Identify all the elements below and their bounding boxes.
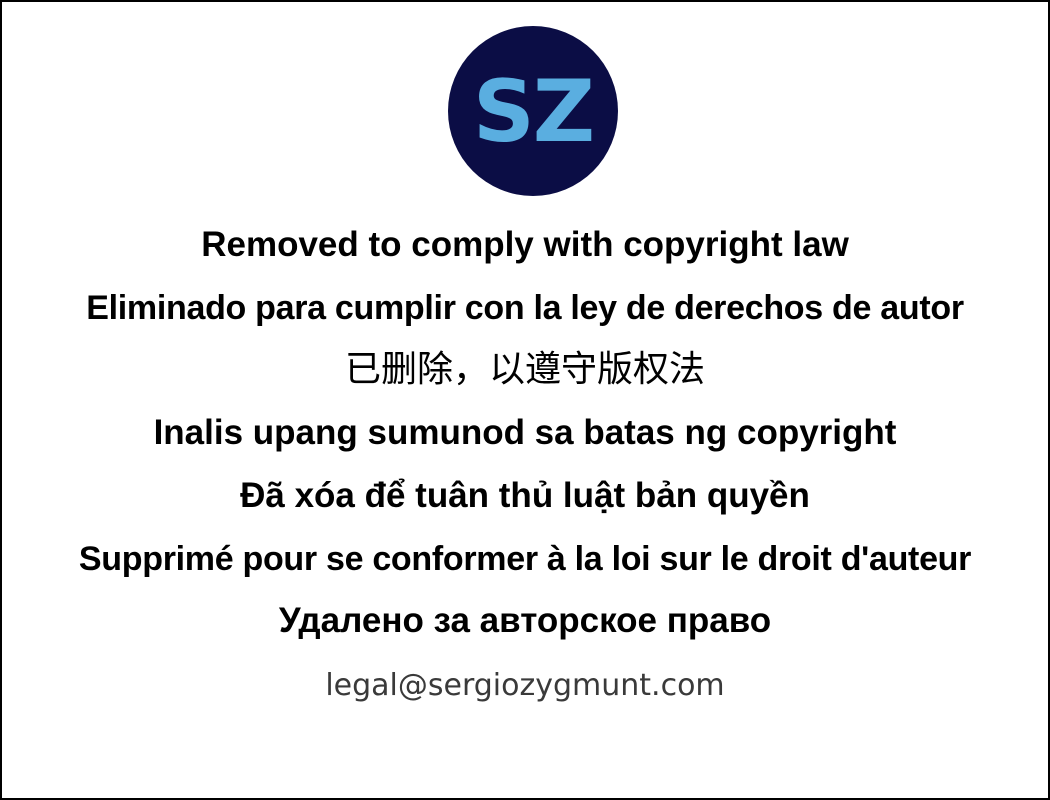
message-spanish: Eliminado para cumplir con la ley de der… xyxy=(86,289,964,327)
sz-logo: SZ xyxy=(448,26,618,196)
contact-email: legal@sergiozygmunt.com xyxy=(325,668,725,703)
message-french: Supprimé pour se conformer à la loi sur … xyxy=(78,540,972,578)
message-filipino: Inalis upang sumunod sa batas ng copyrig… xyxy=(153,413,897,452)
sz-logo-text: SZ xyxy=(472,62,595,162)
message-russian: Удалено за авторское право xyxy=(278,601,772,640)
message-english: Removed to comply with copyright law xyxy=(201,225,849,264)
message-vietnamese: Đã xóa để tuân thủ luật bản quyền xyxy=(240,476,810,515)
message-chinese: 已删除，以遵守版权法 xyxy=(344,349,705,390)
copyright-notice-panel: SZ Removed to comply with copyright law … xyxy=(0,0,1050,800)
